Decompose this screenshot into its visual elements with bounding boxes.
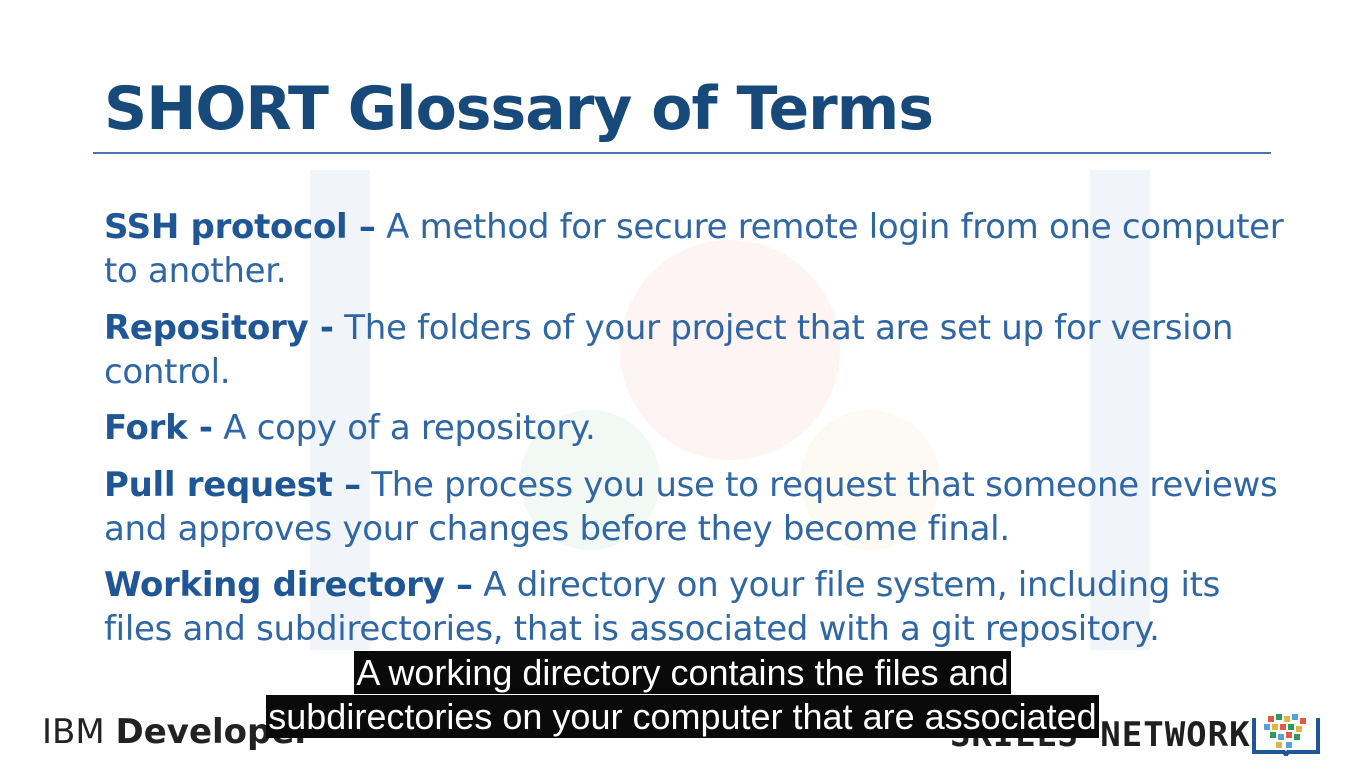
glossary-item-working-directory: Working directory – A directory on your …	[104, 563, 1284, 651]
term-label: Repository -	[104, 308, 334, 348]
glossary-item-ssh: SSH protocol – A method for secure remot…	[104, 205, 1284, 293]
caption-line-2: subdirectories on your computer that are…	[266, 695, 1099, 738]
term-label: Pull request –	[104, 465, 361, 505]
term-label: Fork -	[104, 408, 213, 448]
glossary-item-pull-request: Pull request – The process you use to re…	[104, 463, 1284, 551]
slide-title: SHORT Glossary of Terms	[104, 74, 934, 144]
glossary-item-fork: Fork - A copy of a repository.	[104, 406, 1284, 450]
term-definition: A copy of a repository.	[212, 408, 596, 448]
term-label: Working directory –	[104, 565, 473, 605]
title-divider	[93, 152, 1271, 154]
caption-line-1: A working directory contains the files a…	[354, 651, 1011, 694]
term-label: SSH protocol –	[104, 207, 376, 247]
glossary-item-repository: Repository - The folders of your project…	[104, 306, 1284, 394]
video-captions: A working directory contains the files a…	[0, 651, 1365, 738]
